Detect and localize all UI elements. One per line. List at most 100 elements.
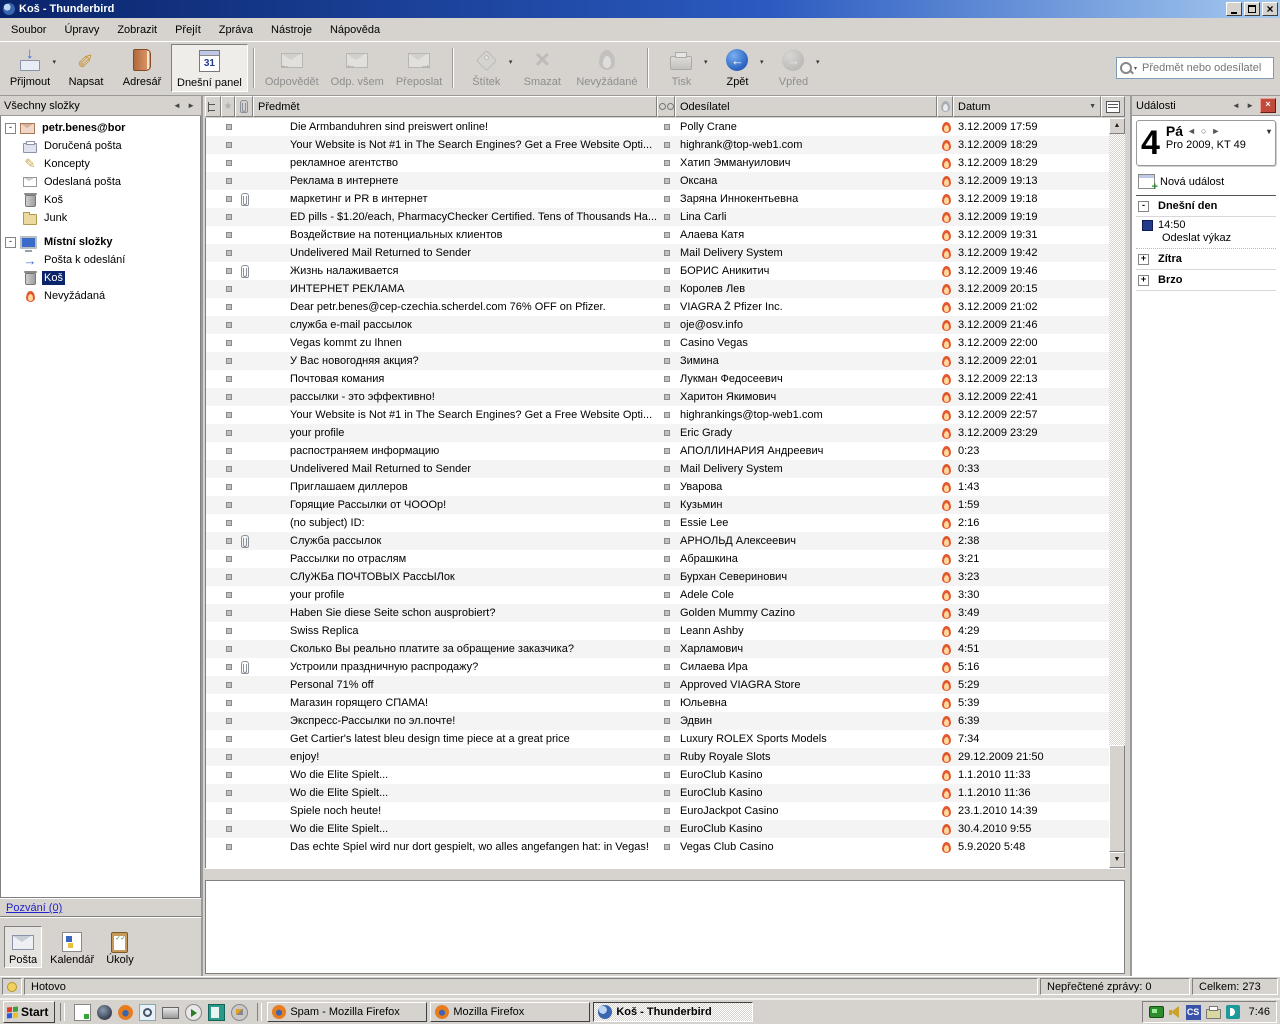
date-column-header[interactable]: Datum▼ — [953, 96, 1101, 117]
message-row[interactable]: Горящие Рассылки от ЧОООр!Кузьмин1:59 — [206, 496, 1109, 514]
notebook-icon[interactable] — [208, 1004, 225, 1021]
message-row[interactable]: СЛуЖБа ПОЧТОВЫХ РассЫЛокБурхан Северинов… — [206, 568, 1109, 586]
restore-button[interactable] — [1244, 2, 1260, 16]
messenger-icon[interactable] — [97, 1005, 112, 1020]
menu-item[interactable]: Přejít — [166, 21, 210, 39]
sender-column-header[interactable]: Odesílatel — [675, 96, 937, 117]
menu-item[interactable]: Úpravy — [55, 21, 108, 39]
printer-icon[interactable] — [1206, 1009, 1221, 1019]
message-row[interactable]: У Вас новогодняя акция?Зимина3.12.2009 2… — [206, 352, 1109, 370]
message-row[interactable]: ED pills - $1.20/each, PharmacyChecker C… — [206, 208, 1109, 226]
folder-item[interactable]: Nevyžádaná — [1, 287, 200, 305]
thread-column-header[interactable] — [205, 96, 221, 117]
message-row[interactable]: Экспресс-Рассылки по эл.почте!Эдвин6:39 — [206, 712, 1109, 730]
attachment-column-header[interactable] — [235, 96, 253, 117]
date-dropdown-icon[interactable]: ▾ — [1267, 127, 1271, 136]
taskbar-window-button[interactable]: Mozilla Firefox — [430, 1002, 590, 1022]
message-row[interactable]: your profileEric Grady3.12.2009 23:29 — [206, 424, 1109, 442]
message-row[interactable]: Your Website is Not #1 in The Search Eng… — [206, 406, 1109, 424]
message-row[interactable]: (no subject) ID:Essie Lee2:16 — [206, 514, 1109, 532]
folder-account[interactable]: -petr.benes@bor — [1, 119, 200, 137]
taskbar-window-button[interactable]: Koš - Thunderbird — [593, 1002, 753, 1022]
today-pane-arrows-icon[interactable]: ◄ ► — [1232, 101, 1256, 110]
section-expander-icon[interactable]: - — [1138, 201, 1149, 212]
player-icon[interactable] — [185, 1004, 202, 1021]
keyboard-icon[interactable] — [162, 1007, 179, 1019]
menu-item[interactable]: Nástroje — [262, 21, 321, 39]
clock[interactable]: 7:46 — [1249, 1006, 1270, 1018]
message-row[interactable]: Your Website is Not #1 in The Search Eng… — [206, 136, 1109, 154]
today-circle-icon[interactable]: ○ — [1201, 126, 1207, 136]
scroll-up-button[interactable]: ▲ — [1109, 118, 1125, 134]
message-row[interactable]: рассылки - это эффективно!Харитон Якимов… — [206, 388, 1109, 406]
message-row[interactable]: Сколько Вы реально платите за обращение … — [206, 640, 1109, 658]
message-row[interactable]: Жизнь налаживаетсяБОРИС Аникитич3.12.200… — [206, 262, 1109, 280]
tab-cal[interactable]: Kalendář — [46, 927, 98, 967]
search-icon[interactable] — [1120, 62, 1132, 74]
folder-item[interactable]: Koš — [1, 191, 200, 209]
menu-item[interactable]: Zobrazit — [108, 21, 166, 39]
message-row[interactable]: Приглашаем диллеровУварова1:43 — [206, 478, 1109, 496]
section-expander-icon[interactable]: + — [1138, 275, 1149, 286]
message-row[interactable]: Воздействие на потенциальных клиентовАла… — [206, 226, 1109, 244]
section-expander-icon[interactable]: + — [1138, 254, 1149, 265]
folder-item[interactable]: Koš — [1, 269, 200, 287]
message-row[interactable]: Dear petr.benes@cep-czechia.scherdel.com… — [206, 298, 1109, 316]
folder-item[interactable]: Junk — [1, 209, 200, 227]
calendar31-button[interactable]: 31Dnešní panel — [171, 44, 248, 92]
message-row[interactable]: маркетинг и PR в интернетЗаряна Иннокент… — [206, 190, 1109, 208]
menu-item[interactable]: Soubor — [2, 21, 55, 39]
scroll-down-button[interactable]: ▼ — [1109, 852, 1125, 868]
message-row[interactable]: Устроили праздничную распродажу?Силаева … — [206, 658, 1109, 676]
tab-tasks[interactable]: Úkoly — [102, 927, 138, 967]
desktop-icon[interactable] — [74, 1004, 91, 1021]
firefox-icon[interactable] — [118, 1005, 133, 1020]
message-row[interactable]: Spiele noch heute!EuroJackpot Casino23.1… — [206, 802, 1109, 820]
message-row[interactable]: Почтовая команияЛукман Федосеевич3.12.20… — [206, 370, 1109, 388]
folder-account[interactable]: -Místní složky — [1, 233, 200, 251]
network-icon[interactable] — [1149, 1006, 1164, 1018]
message-row[interactable]: Haben Sie diese Seite schon ausprobiert?… — [206, 604, 1109, 622]
folder-item[interactable]: Odeslaná pošta — [1, 173, 200, 191]
scrollbar-thumb[interactable] — [1109, 745, 1125, 852]
message-row[interactable]: Wo die Elite Spielt...EuroClub Kasino1.1… — [206, 784, 1109, 802]
message-row[interactable]: рекламное агентствоХатип Эммануилович3.1… — [206, 154, 1109, 172]
folder-item[interactable]: Pošta k odeslání — [1, 251, 200, 269]
junk-column-header[interactable] — [937, 96, 953, 117]
read-column-header[interactable] — [657, 96, 675, 117]
message-row[interactable]: Wo die Elite Spielt...EuroClub Kasino1.1… — [206, 766, 1109, 784]
invitations-link[interactable]: Pozvání (0) — [6, 902, 62, 914]
column-picker-button[interactable] — [1101, 96, 1125, 117]
message-row[interactable]: распостраняем информациюАПОЛЛИНАРИЯ Андр… — [206, 442, 1109, 460]
message-row[interactable]: Personal 71% offApproved VIAGRA Store5:2… — [206, 676, 1109, 694]
message-row[interactable]: Реклама в интернетеОксана3.12.2009 19:13 — [206, 172, 1109, 190]
title-bar[interactable]: Koš - Thunderbird — [0, 0, 1280, 18]
prev-day-icon[interactable]: ◄ — [1187, 126, 1197, 136]
minimize-button[interactable] — [1226, 2, 1242, 16]
folder-item[interactable]: Doručená pošta — [1, 137, 200, 155]
back-button[interactable]: ←▾Zpět — [710, 44, 764, 92]
message-row[interactable]: Wo die Elite Spielt...EuroClub Kasino30.… — [206, 820, 1109, 838]
agenda-section[interactable]: -Dnešní den — [1136, 196, 1276, 217]
search-input[interactable] — [1140, 61, 1270, 75]
message-row[interactable]: Die Armbanduhren sind preiswert online!P… — [206, 118, 1109, 136]
close-button[interactable] — [1262, 2, 1278, 16]
addressbook-button[interactable]: Adresář — [115, 44, 169, 92]
dropdown-arrow-icon[interactable]: ▾ — [52, 58, 56, 66]
volume-icon[interactable] — [1169, 1006, 1181, 1018]
compose-button[interactable]: Napsat — [59, 44, 113, 92]
winamp-icon[interactable] — [231, 1004, 248, 1021]
message-row[interactable]: your profileAdele Cole3:30 — [206, 586, 1109, 604]
dropdown-arrow-icon[interactable]: ▾ — [760, 58, 764, 66]
message-row[interactable]: Swiss ReplicaLeann Ashby4:29 — [206, 622, 1109, 640]
new-event-button[interactable]: Nová událost — [1138, 174, 1274, 189]
message-row[interactable]: Undelivered Mail Returned to SenderMail … — [206, 244, 1109, 262]
pane-cycle-arrows-icon[interactable]: ◄ ► — [173, 101, 197, 110]
agenda-event[interactable]: 14:50Odeslat výkaz — [1136, 217, 1276, 249]
message-row[interactable]: Рассылки по отраслямАбрашкина3:21 — [206, 550, 1109, 568]
expander-icon[interactable]: - — [5, 237, 16, 248]
message-row[interactable]: Vegas kommt zu IhnenCasino Vegas3.12.200… — [206, 334, 1109, 352]
menu-item[interactable]: Zpráva — [210, 21, 262, 39]
search-dropdown-icon[interactable]: ▾ — [1134, 65, 1137, 72]
menu-item[interactable]: Nápověda — [321, 21, 389, 39]
